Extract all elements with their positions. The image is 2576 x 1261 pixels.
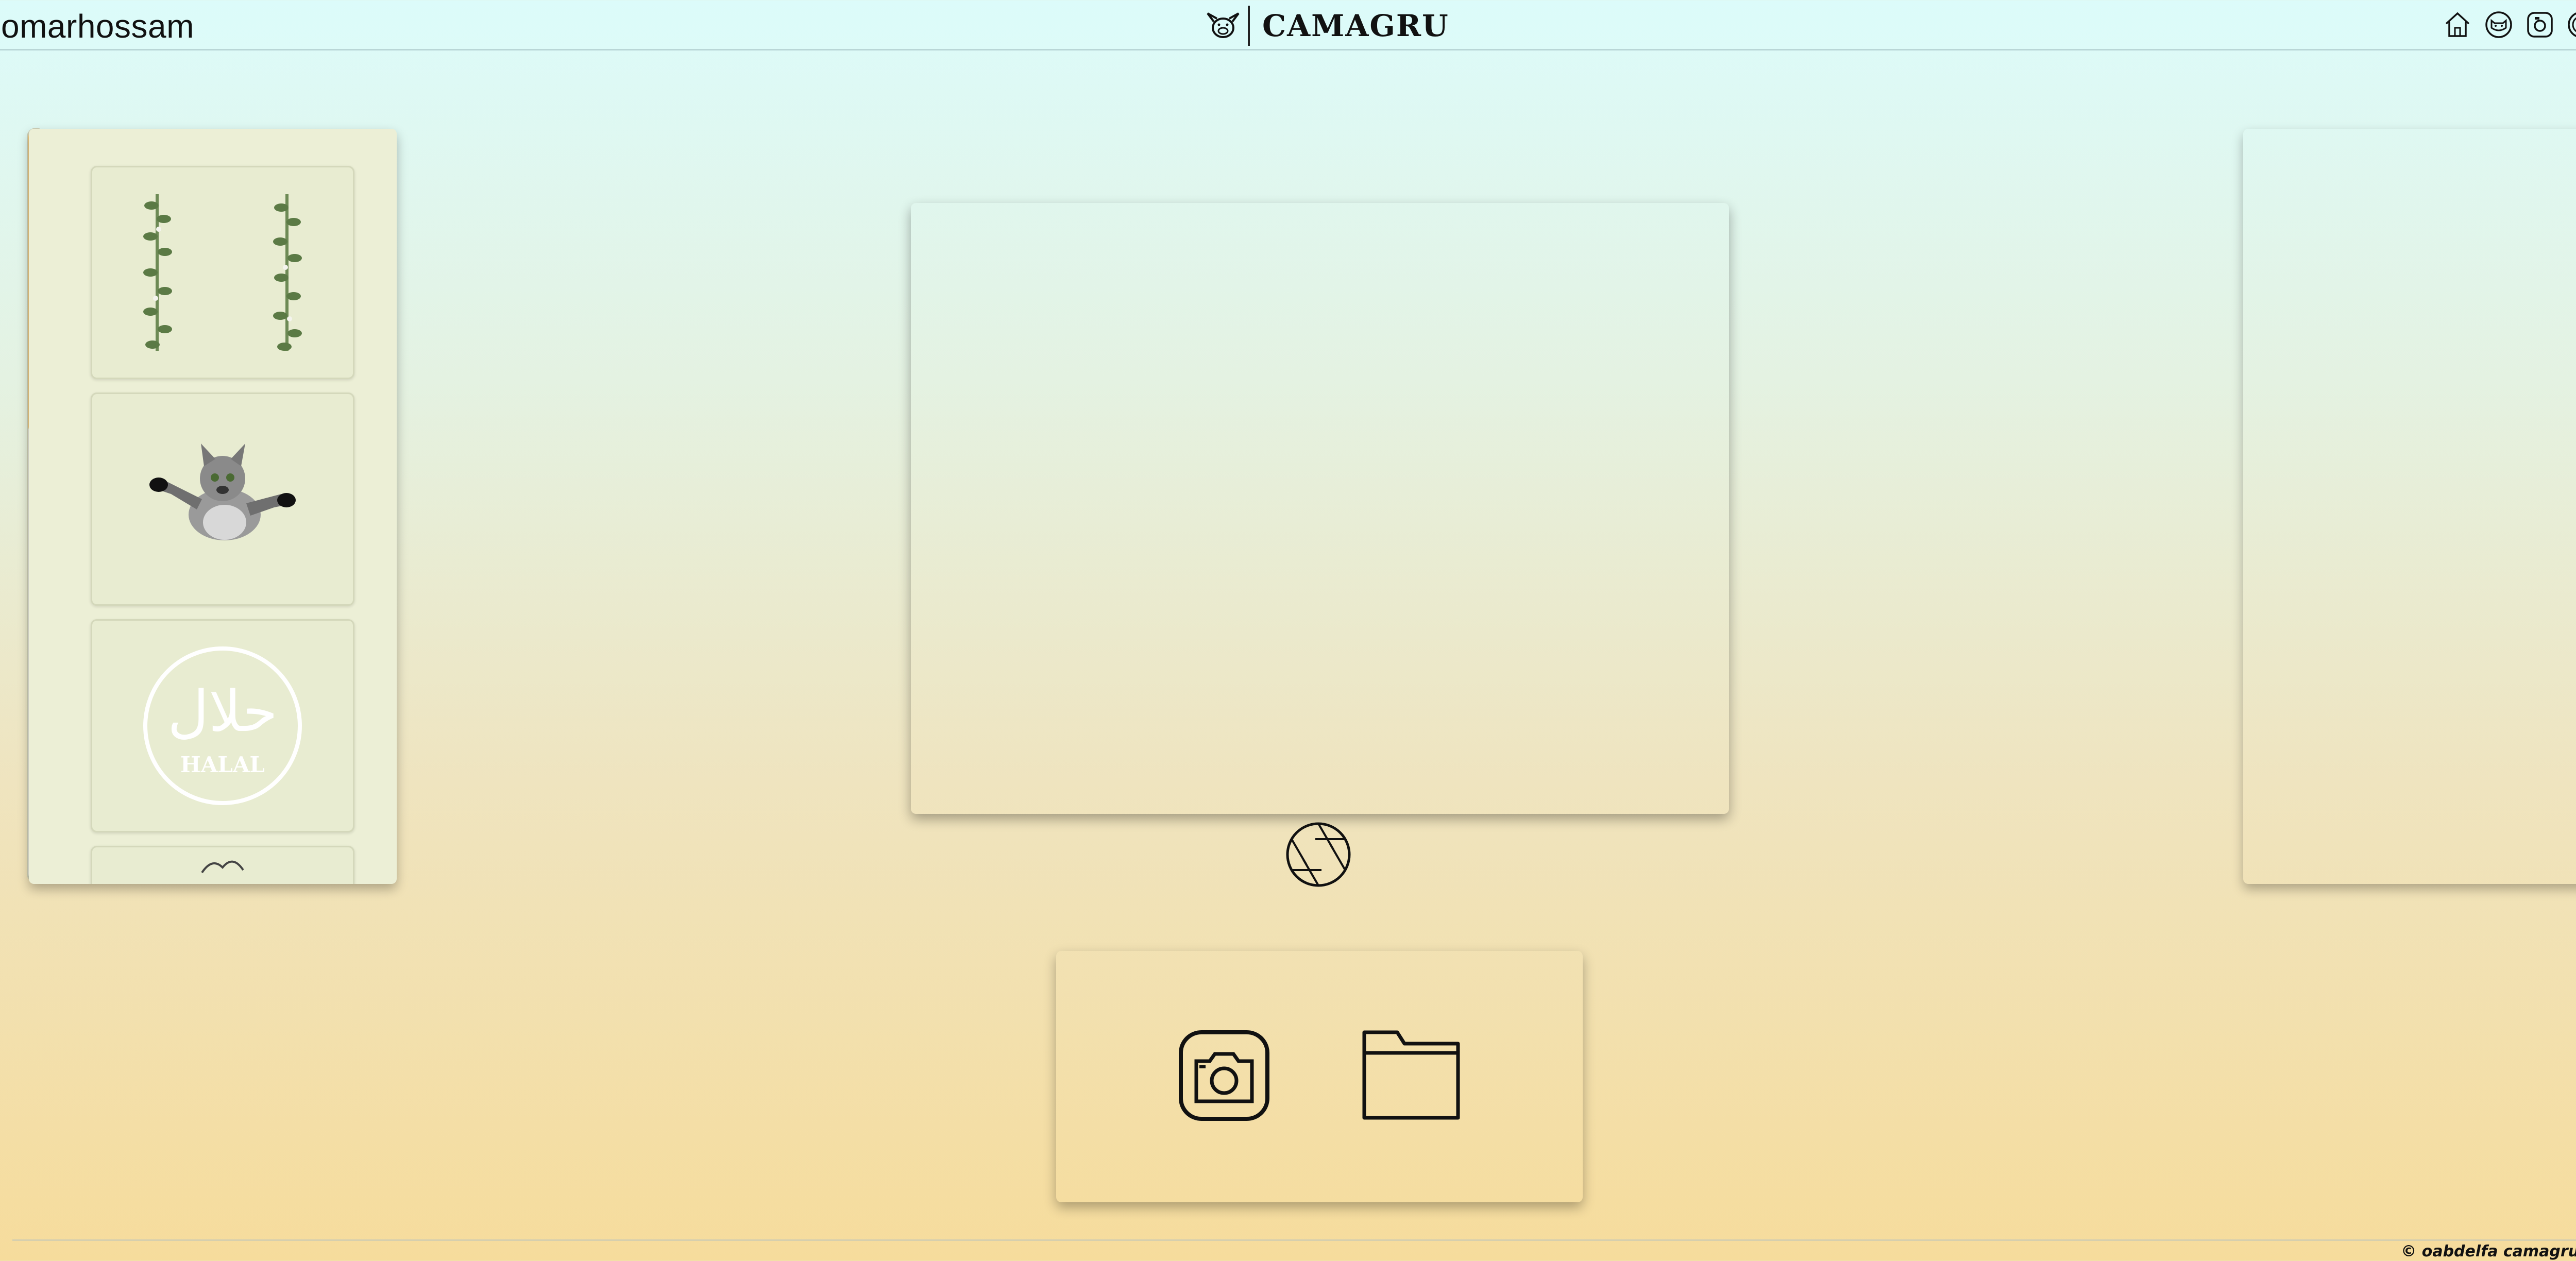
brand-divider: [1248, 6, 1250, 46]
halal-badge-sticker[interactable]: حلال HALAL: [91, 619, 354, 832]
aperture-icon: [1286, 822, 1351, 887]
gallery-icon[interactable]: [2566, 9, 2576, 40]
floral-border-image: [143, 194, 302, 351]
brand[interactable]: CAMAGRU: [1205, 6, 1449, 46]
flying-kitten-sticker[interactable]: [91, 393, 354, 606]
floral-border-sticker[interactable]: [91, 166, 354, 379]
partial-sticker-image: [201, 860, 244, 874]
username-label: omarhossam: [1, 8, 194, 45]
camera-icon[interactable]: [2524, 9, 2555, 40]
app-title: CAMAGRU: [1262, 8, 1449, 43]
home-icon[interactable]: [2442, 9, 2473, 40]
cat-icon[interactable]: [2483, 9, 2514, 40]
camera-preview: [911, 203, 1729, 814]
partial-sticker[interactable]: [91, 846, 354, 884]
footer-divider: [12, 1239, 2576, 1241]
folder-source-button[interactable]: [1360, 1028, 1463, 1122]
sticker-panel: حلال HALAL: [29, 129, 397, 884]
footer-copyright: © oabdelfa camagru 2022: [2401, 1242, 2576, 1260]
camera-source-button[interactable]: [1178, 1029, 1270, 1122]
halal-latin-text: HALAL: [180, 752, 265, 777]
flying-kitten-image: [149, 444, 296, 540]
camera-icon: [1179, 1030, 1269, 1121]
pig-logo-icon: [1207, 12, 1240, 38]
folder-icon: [1362, 1030, 1460, 1120]
top-header: omarhossam CAMAGRU: [0, 0, 2576, 50]
nav-bar: [2442, 9, 2576, 40]
halal-badge-image: حلال HALAL: [143, 646, 302, 805]
capture-button[interactable]: [1284, 820, 1353, 889]
source-panel: [1056, 951, 1583, 1202]
gallery-panel: [2243, 129, 2576, 884]
halal-arabic-text: حلال: [167, 678, 278, 744]
